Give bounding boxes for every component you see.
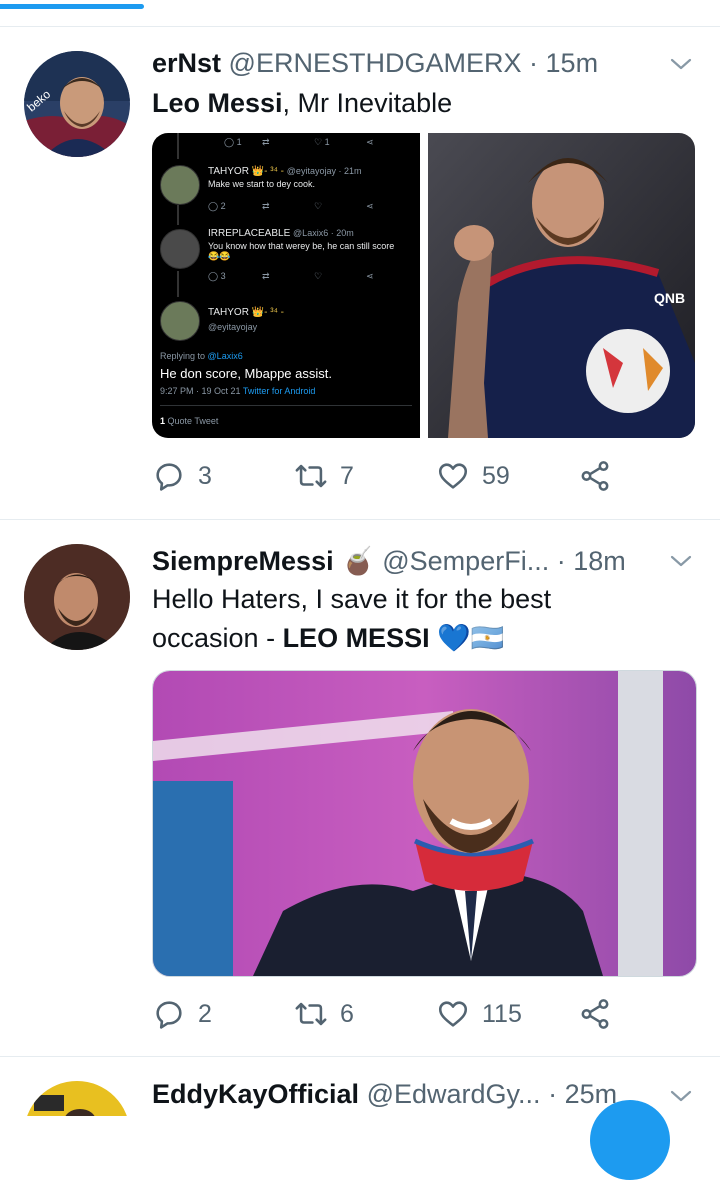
- like-count: 115: [482, 999, 522, 1028]
- timestamp[interactable]: 18m: [573, 546, 626, 576]
- text-bold: Leo Messi: [152, 88, 283, 118]
- photo[interactable]: QNB: [428, 133, 695, 438]
- top-tab-bar: [0, 0, 720, 27]
- separator-dot: ·: [548, 1079, 558, 1109]
- retweet-count: 6: [340, 999, 354, 1028]
- share-icon: [581, 461, 609, 491]
- reply-handle: @eyitayojay · 21m: [286, 166, 362, 176]
- text-bold: LEO MESSI: [282, 623, 430, 653]
- avatar: [160, 229, 200, 269]
- screenshot-image[interactable]: ◯ 1 ⇄ ♡ 1 ⋖ TAHYOR 👑- ³⁴ - @eyitayojay ·…: [152, 133, 420, 438]
- retweet-button[interactable]: 6: [294, 997, 354, 1031]
- reply-text: Make we start to dey cook.: [208, 179, 316, 189]
- timestamp[interactable]: 15m: [546, 48, 599, 78]
- text-line: occasion -: [152, 623, 283, 653]
- text-emoji: 💙🇦🇷: [437, 623, 505, 653]
- reply-name: TAHYOR: [208, 307, 249, 318]
- chevron-down-icon[interactable]: [668, 1083, 694, 1109]
- display-name[interactable]: erNst: [152, 48, 221, 78]
- text-line: Hello Haters, I save it for the best: [152, 584, 552, 614]
- tweet-text: Leo Messi, Mr Inevitable: [152, 84, 696, 123]
- retweet-count: 7: [340, 461, 354, 490]
- action-bar: 2 6 115: [152, 997, 696, 1037]
- quote-count: 1: [160, 416, 166, 426]
- quote-label: Quote Tweet: [167, 416, 219, 426]
- emoji: 🧉: [341, 546, 375, 576]
- reply-count: 2: [198, 999, 212, 1028]
- reply-text: You know how that werey be, he can still…: [208, 241, 395, 251]
- avatar: [160, 165, 200, 205]
- retweet-icon: [295, 464, 327, 488]
- stat: 1: [324, 137, 330, 147]
- meta-time: 9:27 PM · 19 Oct 21: [160, 386, 241, 396]
- share-icon: [581, 999, 609, 1029]
- user-handle[interactable]: @SemperFi...: [382, 546, 549, 576]
- tweet-text: Hello Haters, I save it for the best occ…: [152, 580, 696, 658]
- reply-count: 3: [198, 461, 212, 490]
- tweet[interactable]: SiempreMessi 🧉 @SemperFi... · 18m Hello …: [0, 520, 720, 1057]
- tweet-header: SiempreMessi 🧉 @SemperFi... · 18m: [152, 544, 690, 578]
- badge: 👑- ³⁴ -: [251, 166, 285, 177]
- replying-to: Replying to: [160, 351, 206, 361]
- reply-handle: @eyitayojay: [208, 322, 258, 332]
- reply-icon: [156, 463, 182, 491]
- photo[interactable]: [152, 670, 697, 977]
- chevron-down-icon[interactable]: [668, 51, 694, 77]
- text-rest: , Mr Inevitable: [282, 88, 453, 118]
- action-bar: 3 7 59: [152, 459, 696, 499]
- reply-button[interactable]: 2: [152, 997, 212, 1031]
- avatar[interactable]: [24, 544, 130, 650]
- like-icon: ♡ 1: [314, 137, 330, 147]
- tweet[interactable]: beko erNst @ERNESTHDGAMERX · 15m Leo Mes…: [0, 27, 720, 520]
- like-button[interactable]: 115: [436, 997, 522, 1031]
- display-name[interactable]: EddyKayOfficial: [152, 1079, 359, 1109]
- retweet-button[interactable]: 7: [294, 459, 354, 493]
- reply-icon: [156, 1001, 182, 1029]
- share-button[interactable]: [578, 459, 612, 493]
- chevron-down-icon[interactable]: [668, 548, 694, 574]
- reply-button[interactable]: 3: [152, 459, 212, 493]
- heart-icon: [438, 463, 468, 489]
- heart-icon: [438, 1001, 468, 1027]
- reply-name: IRREPLACEABLE: [208, 228, 291, 239]
- retweet-icon: ⇄: [262, 137, 270, 147]
- separator-dot: ·: [529, 48, 539, 78]
- like-button[interactable]: 59: [436, 459, 510, 493]
- display-name[interactable]: SiempreMessi: [152, 546, 334, 576]
- reply-handle: @Laxix6 · 20m: [293, 228, 354, 238]
- tweet-header: erNst @ERNESTHDGAMERX · 15m: [152, 46, 690, 80]
- reply-name: TAHYOR: [208, 166, 249, 177]
- reply-emoji: 😂😂: [208, 251, 231, 261]
- avatar[interactable]: [24, 1081, 130, 1116]
- retweet-icon: [295, 1002, 327, 1026]
- badge: 👑- ³⁴ -: [251, 307, 285, 318]
- meta-source: Twitter for Android: [242, 386, 316, 396]
- svg-text:QNB: QNB: [654, 290, 685, 306]
- avatar: [160, 301, 200, 341]
- user-handle[interactable]: @EdwardGy...: [367, 1079, 541, 1109]
- like-count: 59: [482, 461, 510, 490]
- tab-indicator: [0, 4, 144, 9]
- stat: 2: [220, 201, 226, 211]
- replying-handle: @Laxix6: [207, 351, 243, 361]
- separator-dot: ·: [556, 546, 566, 576]
- stat: 1: [236, 137, 242, 147]
- avatar[interactable]: beko: [24, 51, 130, 157]
- user-handle[interactable]: @ERNESTHDGAMERX: [229, 48, 522, 78]
- reply-icon: ◯ 1: [224, 137, 242, 147]
- compose-fab[interactable]: [590, 1100, 670, 1180]
- share-icon: ⋖: [366, 137, 374, 147]
- main-text: He don score, Mbappe assist.: [160, 366, 332, 381]
- share-button[interactable]: [578, 997, 612, 1031]
